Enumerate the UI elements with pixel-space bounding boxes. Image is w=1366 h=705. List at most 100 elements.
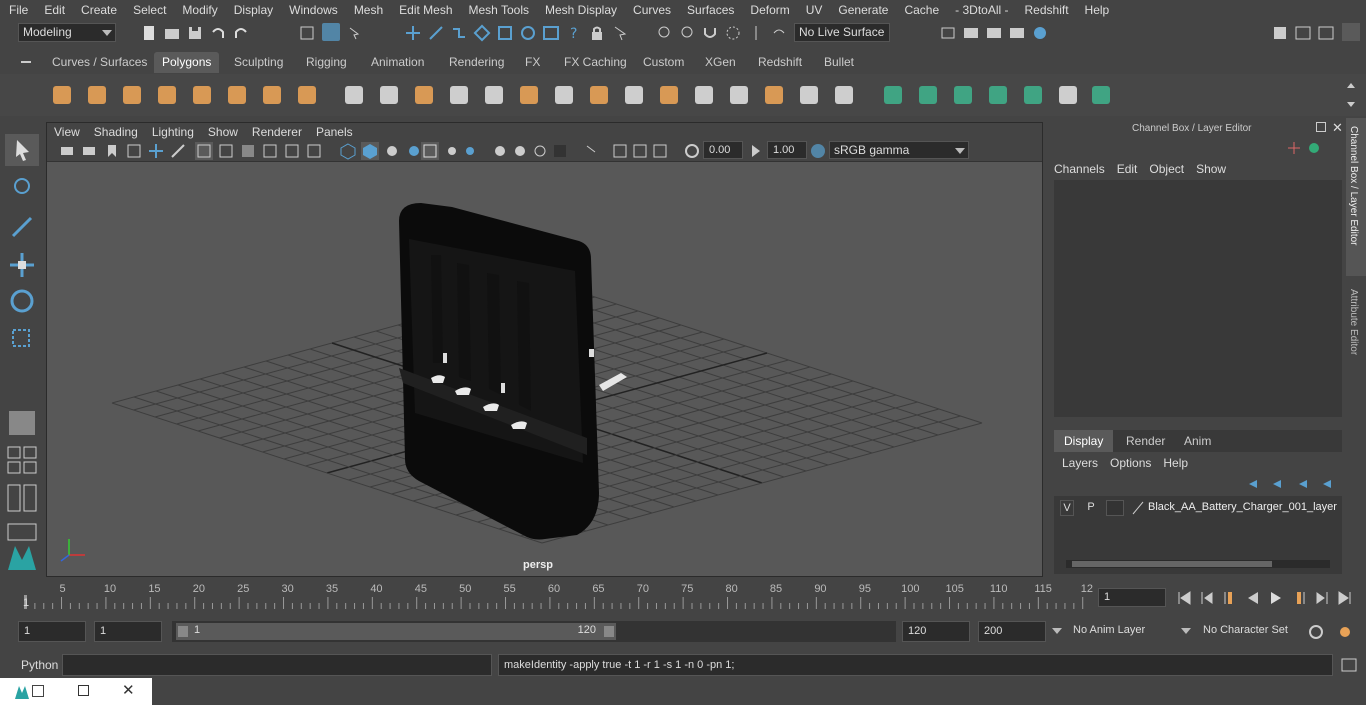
menu-surfaces[interactable]: Surfaces — [678, 3, 741, 17]
exposure-icon[interactable] — [683, 142, 701, 160]
step-forward-key-icon[interactable] — [1290, 589, 1308, 607]
merge-icon[interactable] — [761, 82, 787, 108]
range-bar[interactable]: 1 120 — [172, 621, 896, 642]
menu-cache[interactable]: Cache — [895, 3, 946, 17]
toggle-channel-box-icon[interactable] — [1342, 23, 1360, 41]
lasso-tool-icon[interactable] — [5, 173, 39, 205]
append-icon[interactable] — [621, 82, 647, 108]
cube-icon[interactable] — [84, 82, 110, 108]
torus-icon[interactable] — [224, 82, 250, 108]
playback-end-field[interactable]: 120 — [902, 621, 970, 642]
menu-deform[interactable]: Deform — [741, 3, 796, 17]
new-layer-selected-icon[interactable] — [1320, 476, 1336, 492]
smooth-shade-icon[interactable] — [217, 142, 235, 160]
animation-start-field[interactable]: 1 — [18, 621, 86, 642]
go-to-start-icon[interactable] — [1175, 589, 1193, 607]
move-tool-icon[interactable] — [5, 249, 39, 281]
plane-icon[interactable] — [189, 82, 215, 108]
four-view-icon[interactable] — [5, 444, 39, 476]
float-panel-icon[interactable] — [1316, 122, 1326, 132]
soft-select-icon[interactable] — [724, 24, 742, 42]
redo-icon[interactable] — [232, 24, 250, 42]
bounding-box-icon[interactable] — [261, 142, 279, 160]
extrude-icon[interactable] — [481, 82, 507, 108]
select-object-icon[interactable] — [322, 23, 340, 41]
restore-window-icon[interactable] — [32, 685, 44, 697]
viewport-menu-shading[interactable]: Shading — [87, 125, 145, 139]
rotate-tool-icon[interactable] — [5, 285, 39, 317]
channel-menu-edit[interactable]: Edit — [1117, 162, 1150, 176]
viewport-menu-renderer[interactable]: Renderer — [245, 125, 309, 139]
lights-icon[interactable] — [305, 142, 323, 160]
channel-visibility-icon[interactable] — [1306, 140, 1322, 156]
shelf-tab-fx-caching[interactable]: FX Caching — [556, 52, 635, 73]
side-tab-channel-box[interactable]: Channel Box / Layer Editor — [1346, 118, 1366, 276]
go-to-end-icon[interactable] — [1336, 589, 1354, 607]
render-settings-icon[interactable] — [939, 24, 957, 42]
menu-mesh-display[interactable]: Mesh Display — [536, 3, 624, 17]
gamma-icon[interactable] — [747, 142, 765, 160]
uv-auto-icon[interactable] — [985, 82, 1011, 108]
time-slider[interactable]: 5 10 15 20 25 30 35 40 45 50 55 60 65 70 75 80 85 90 95 100… — [0, 577, 1366, 613]
camera-select-icon[interactable] — [59, 142, 77, 160]
combine-icon[interactable] — [341, 82, 367, 108]
viewport-scene[interactable] — [47, 163, 1042, 576]
ipr-render-icon[interactable] — [985, 24, 1003, 42]
menu-display[interactable]: Display — [225, 3, 280, 17]
side-tab-attribute-editor[interactable]: Attribute Editor — [1346, 283, 1366, 383]
playback-start-field[interactable]: 1 — [94, 621, 162, 642]
layout-icon[interactable] — [1294, 24, 1312, 42]
poke-icon[interactable] — [726, 82, 752, 108]
animation-end-field[interactable]: 200 — [978, 621, 1046, 642]
viewport-menu-lighting[interactable]: Lighting — [145, 125, 201, 139]
sphere-icon[interactable] — [49, 82, 75, 108]
new-scene-icon[interactable] — [140, 24, 158, 42]
menu-file[interactable]: File — [0, 3, 35, 17]
snap-view-icon[interactable] — [473, 24, 491, 42]
command-language-label[interactable]: Python — [21, 658, 58, 672]
uv-spherical-icon[interactable] — [950, 82, 976, 108]
gate-mask-icon[interactable] — [631, 142, 649, 160]
live-surface-field[interactable]: No Live Surface — [794, 23, 890, 42]
menu-uv[interactable]: UV — [797, 3, 830, 17]
range-handle[interactable]: 1 120 — [176, 623, 616, 640]
exposure-field[interactable]: 0.00 — [703, 141, 743, 159]
shelf-menu-icon[interactable] — [20, 56, 32, 68]
maximize-window-icon[interactable] — [78, 685, 89, 696]
menu-select[interactable]: Select — [124, 3, 173, 17]
hypershade-icon[interactable] — [1031, 24, 1049, 42]
menu-create[interactable]: Create — [72, 3, 124, 17]
shelf-tab-polygons[interactable]: Polygons — [154, 52, 220, 73]
command-input[interactable] — [62, 654, 492, 676]
separate-icon[interactable] — [376, 82, 402, 108]
camera-lock-icon[interactable] — [81, 142, 99, 160]
resolution-gate-icon[interactable] — [611, 142, 629, 160]
layer-menu-options[interactable]: Options — [1110, 456, 1163, 470]
layer-scrollbar[interactable] — [1066, 560, 1330, 568]
shaded-wire-icon[interactable] — [361, 142, 379, 160]
symmetry-icon[interactable] — [747, 24, 765, 42]
script-editor-icon[interactable] — [1340, 656, 1358, 674]
render-frame-icon[interactable] — [962, 24, 980, 42]
layer-tab-render[interactable]: Render — [1116, 430, 1175, 452]
cylinder-icon[interactable] — [119, 82, 145, 108]
shelf-tab-custom[interactable]: Custom — [635, 52, 692, 73]
menu-edit[interactable]: Edit — [35, 3, 72, 17]
close-window-icon[interactable]: ✕ — [122, 681, 135, 699]
anim-layer-field[interactable]: No Anim Layer — [1068, 621, 1172, 642]
gamma-field[interactable]: 1.00 — [767, 141, 807, 159]
motion-blur-icon[interactable] — [461, 142, 479, 160]
viewport-panel[interactable]: View Shading Lighting Show Renderer Panels 0.… — [46, 122, 1043, 577]
isolate-icon[interactable] — [531, 142, 549, 160]
multi-cut-icon[interactable] — [551, 82, 577, 108]
uv-unfold-icon[interactable] — [1020, 82, 1046, 108]
select-tool-icon[interactable] — [5, 134, 39, 166]
single-view-icon[interactable] — [5, 407, 39, 439]
new-layer-icon[interactable] — [1296, 476, 1312, 492]
layer-tab-anim[interactable]: Anim — [1174, 430, 1221, 452]
wireframe-icon[interactable] — [195, 142, 213, 160]
shadows-icon[interactable] — [383, 142, 401, 160]
viewport-menu-show[interactable]: Show — [201, 125, 245, 139]
move-layer-down-icon[interactable] — [1270, 476, 1286, 492]
workspace-icon[interactable] — [1271, 24, 1289, 42]
